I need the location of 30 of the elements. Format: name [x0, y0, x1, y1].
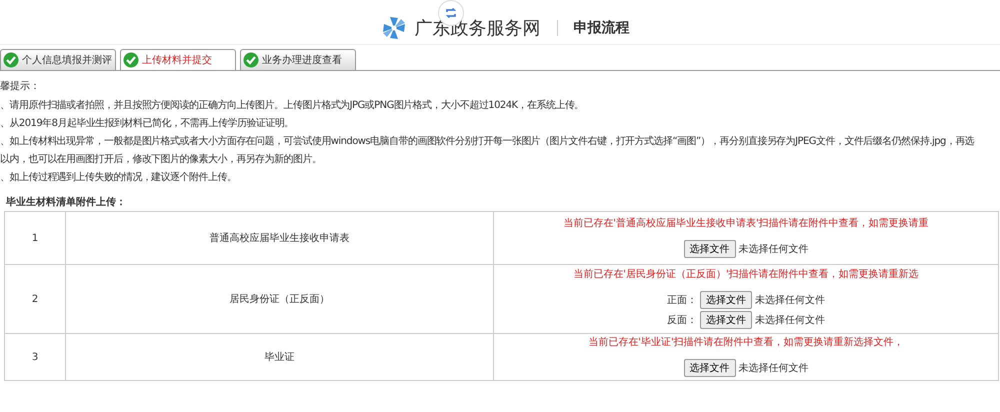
notice-text: 、如上传材料出现异常，一般都是图片格式或者大小方面存在问题，可尝试使用windows电脑自带的画图软件分别打开每一张图片（图片文件右键，打开方式选择“画图”），再分别直接另存为JPEG文件，文件后缀名仍然保持.jpg，再选: [0, 134, 976, 149]
choose-file-button[interactable]: 选择文件: [700, 311, 752, 329]
side-label: 正面：: [667, 294, 697, 307]
notice-text: 、从2019年8月起毕业生报到材料已简化，不需再上传学历验证证明。: [0, 116, 295, 131]
choose-file-button[interactable]: 选择文件: [684, 359, 736, 377]
material-name: 普通高校应届毕业生接收申请表: [210, 233, 350, 244]
row-number: 1: [32, 232, 38, 244]
section-title: 毕业生材料清单附件上传：: [6, 196, 127, 209]
material-name: 毕业证: [264, 352, 294, 363]
notes-title: 馨提示：: [0, 80, 41, 93]
material-name: 居民身份证（正反面）: [230, 294, 330, 305]
side-label: 反面：: [667, 314, 697, 327]
step-tab[interactable]: 上传材料并提交: [120, 49, 236, 70]
step-tab[interactable]: 业务办理进度查看: [240, 49, 356, 70]
upload-notice: 当前已存在'毕业证'扫描件请在附件中查看，如需更换请重新选择文件，: [587, 336, 905, 349]
file-status: 未选择任何文件: [738, 242, 808, 256]
choose-file-button[interactable]: 选择文件: [684, 240, 736, 258]
notice-text: 以内，也可以在用画图打开后，修改下图片的像素大小，再另存为新的图片。: [0, 152, 322, 167]
file-status: 未选择任何文件: [755, 314, 825, 327]
file-status: 未选择任何文件: [755, 294, 825, 307]
choose-file-button[interactable]: 选择文件: [700, 291, 752, 309]
notice-text: 、请用原件扫描或者拍照，并且按照方便阅读的正确方向上传图片。上传图片格式为JPG或PNG图片格式，大小不超过1024K，在系统上传。: [0, 98, 585, 113]
page-title: 申报流程: [574, 19, 630, 37]
row-number: 3: [32, 352, 38, 362]
upload-notice: 当前已存在'居民身份证（正反面）'扫描件请在附件中查看，如需更换请重新选: [572, 268, 920, 281]
row-number: 2: [32, 294, 38, 304]
upload-notice: 当前已存在'普通高校应届毕业生接收申请表'扫描件请在附件中查看，如需更换请重: [562, 216, 930, 230]
step-tab[interactable]: 个人信息填报并测评: [0, 49, 116, 70]
notice-text: 、如上传过程遇到上传失败的情况，建议逐个附件上传。: [0, 170, 238, 185]
file-status: 未选择任何文件: [738, 362, 808, 375]
